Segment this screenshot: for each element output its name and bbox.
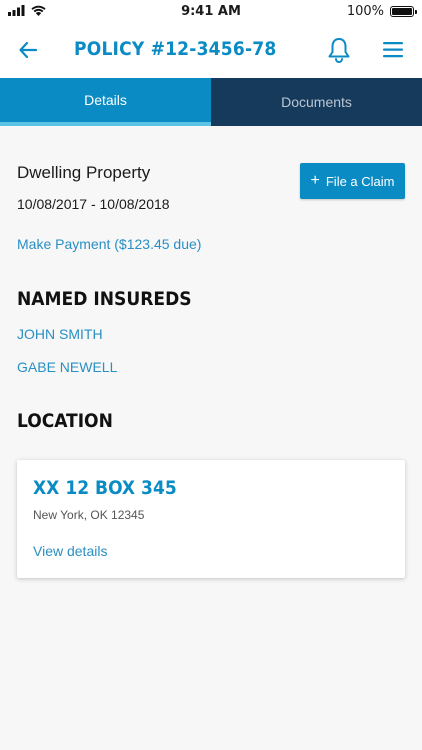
arrow-left-icon	[19, 41, 38, 59]
location-address: New York, OK 12345	[33, 508, 145, 522]
notifications-button[interactable]	[326, 36, 352, 64]
menu-button[interactable]	[380, 38, 406, 62]
file-claim-button[interactable]: + File a Claim	[300, 163, 405, 199]
status-bar: 9:41 AM 100%	[0, 0, 422, 24]
named-insureds-heading: NAMED INSUREDS	[17, 288, 192, 310]
named-insured-item[interactable]: JOHN SMITH	[17, 326, 103, 342]
plus-icon: +	[310, 172, 320, 189]
location-name: XX 12 BOX 345	[33, 477, 177, 499]
back-button[interactable]	[16, 37, 42, 63]
named-insured-item[interactable]: GABE NEWELL	[17, 359, 117, 375]
battery-fill	[392, 8, 412, 15]
battery-icon	[390, 6, 417, 17]
hamburger-menu-icon	[383, 42, 403, 58]
battery-status: 100%	[346, 4, 417, 19]
view-details-link[interactable]: View details	[33, 543, 107, 559]
app-header: POLICY #12-3456-78	[0, 24, 422, 78]
policy-dates: 10/08/2017 - 10/08/2018	[17, 196, 170, 212]
location-card: XX 12 BOX 345 New York, OK 12345 View de…	[17, 460, 405, 578]
bell-icon	[328, 38, 350, 63]
tab-documents[interactable]: Documents	[211, 78, 422, 126]
battery-percentage: 100%	[346, 4, 384, 19]
tab-details[interactable]: Details	[0, 78, 211, 126]
file-claim-label: File a Claim	[325, 173, 395, 189]
page-title: POLICY #12-3456-78	[74, 38, 277, 60]
location-heading: LOCATION	[17, 410, 113, 432]
property-type: Dwelling Property	[17, 163, 151, 182]
make-payment-link[interactable]: Make Payment ($123.45 due)	[17, 236, 201, 252]
tab-bar: Details Documents	[0, 78, 422, 126]
